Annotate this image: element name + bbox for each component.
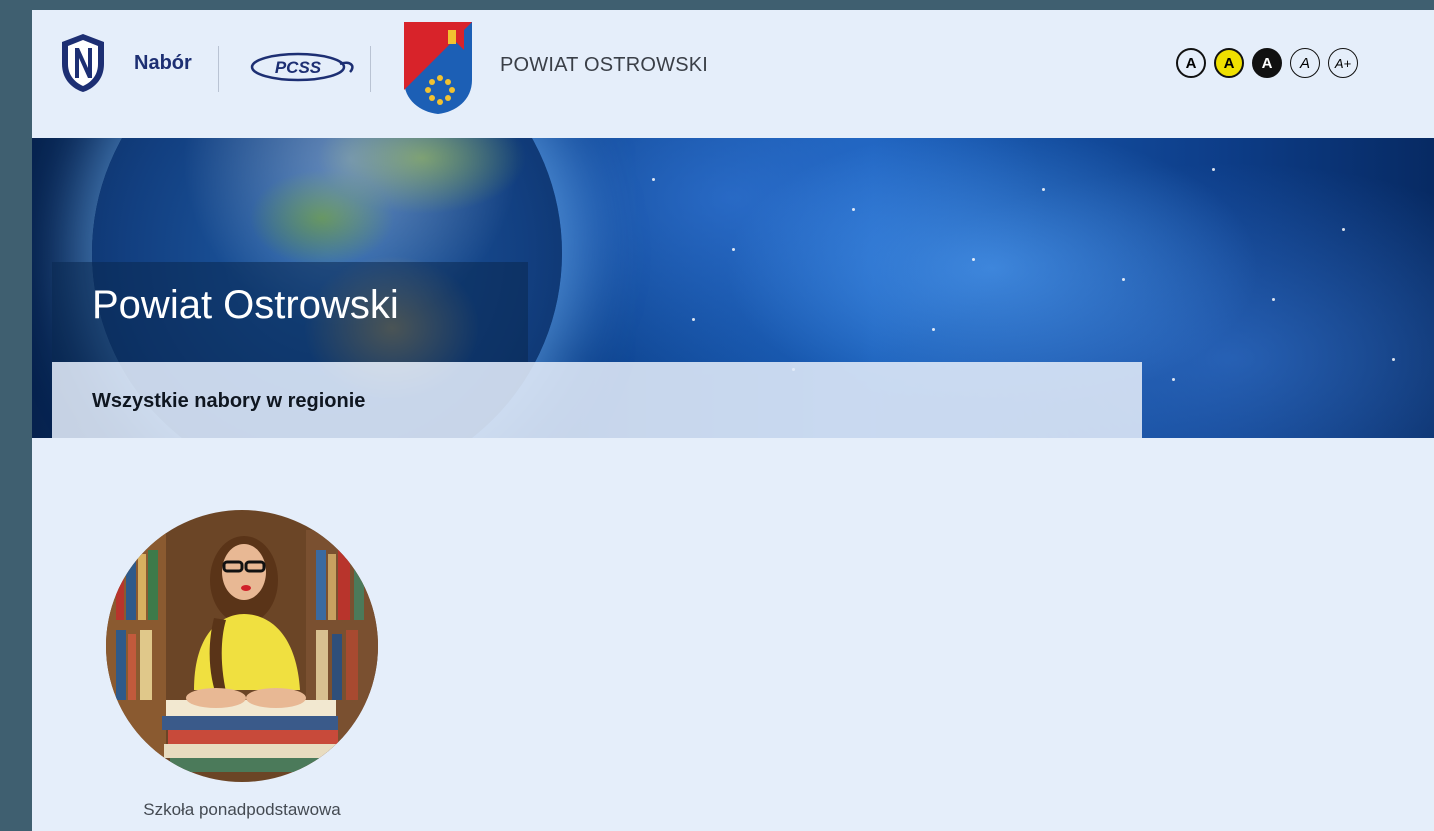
header: Nabór PCSS POWIAT OSTROWSKI A A A A A+ [32,10,1434,138]
pcss-logo-icon[interactable]: PCSS [244,50,362,84]
accessibility-controls: A A A A A+ [1176,48,1358,82]
page-title: Powiat Ostrowski [92,283,399,327]
brand-name[interactable]: Nabór [134,52,192,75]
contrast-yellow-button[interactable]: A [1214,48,1244,78]
pcss-logo-text: PCSS [275,58,322,77]
hero-banner: Powiat Ostrowski Wszystkie nabory w regi… [32,138,1434,438]
contrast-default-button[interactable]: A [1176,48,1206,78]
page-subtitle: Wszystkie nabory w regionie [92,390,366,412]
font-larger-button[interactable]: A+ [1328,48,1358,78]
tile-label[interactable]: Szkoła ponadpodstawowa [102,800,382,820]
header-divider [370,46,371,92]
page: Nabór PCSS POWIAT OSTROWSKI A A A A A+ P… [32,10,1434,831]
nabor-logo-icon[interactable] [60,32,106,94]
contrast-dark-button[interactable]: A [1252,48,1282,78]
font-default-button[interactable]: A [1290,48,1320,78]
coat-of-arms-icon[interactable] [402,20,474,116]
region-name: POWIAT OSTROWSKI [500,54,709,76]
tile-secondary-school[interactable]: Szkoła ponadpodstawowa [102,510,382,820]
student-with-books-photo[interactable] [106,510,378,782]
header-divider [218,46,219,92]
